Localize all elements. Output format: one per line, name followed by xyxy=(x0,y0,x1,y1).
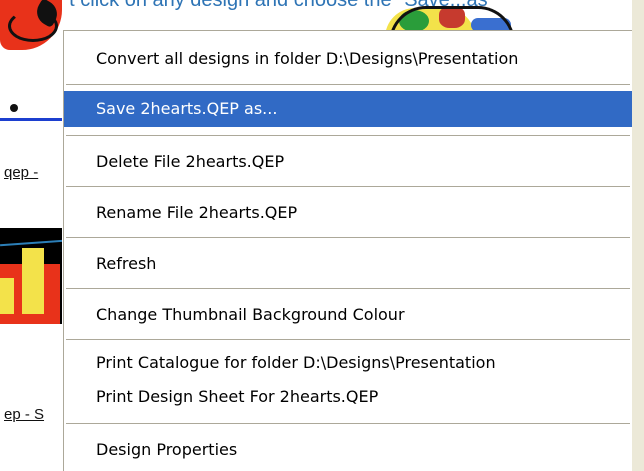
menu-item-delete-file[interactable]: Delete File 2hearts.QEP xyxy=(64,144,632,180)
menu-item-label: Design Properties xyxy=(96,440,238,459)
menu-item-convert-all-designs[interactable]: Convert all designs in folder D:\Designs… xyxy=(64,41,632,77)
thumbnail-filename-label[interactable]: qep - xyxy=(4,164,38,181)
menu-separator xyxy=(66,339,630,341)
selection-underline xyxy=(0,118,62,121)
thumbnail-shape xyxy=(0,278,14,314)
menu-item-print-design-sheet[interactable]: Print Design Sheet For 2hearts.QEP xyxy=(64,379,632,415)
thumbnail-shape xyxy=(0,239,62,247)
menu-item-label: Print Catalogue for folder D:\Designs\Pr… xyxy=(96,353,496,372)
menu-item-label: Print Design Sheet For 2hearts.QEP xyxy=(96,387,379,406)
menu-item-refresh[interactable]: Refresh xyxy=(64,246,632,282)
design-thumbnail-1[interactable] xyxy=(0,0,70,74)
menu-item-label: Convert all designs in folder D:\Designs… xyxy=(96,49,519,68)
menu-item-label: Save 2hearts.QEP as... xyxy=(96,99,278,118)
menu-item-label: Refresh xyxy=(96,254,157,273)
menu-separator xyxy=(66,135,630,137)
menu-separator xyxy=(66,423,630,425)
menu-separator xyxy=(66,288,630,290)
menu-separator xyxy=(66,237,630,239)
menu-separator xyxy=(66,186,630,188)
menu-item-print-catalogue[interactable]: Print Catalogue for folder D:\Designs\Pr… xyxy=(64,345,632,381)
menu-item-label: Delete File 2hearts.QEP xyxy=(96,152,285,171)
window-edge xyxy=(632,0,644,471)
menu-item-change-thumbnail-background[interactable]: Change Thumbnail Background Colour xyxy=(64,297,632,333)
menu-item-label: Change Thumbnail Background Colour xyxy=(96,305,405,324)
menu-item-save-as[interactable]: Save 2hearts.QEP as... xyxy=(64,91,632,127)
thumbnail-shape xyxy=(22,248,44,314)
menu-item-label: Rename File 2hearts.QEP xyxy=(96,203,298,222)
thumbnail-fragment xyxy=(10,104,18,112)
thumbnail-filename-label[interactable]: ep - S xyxy=(4,406,44,423)
design-thumbnail-3[interactable] xyxy=(0,228,62,324)
context-menu: Convert all designs in folder D:\Designs… xyxy=(63,30,632,471)
menu-item-design-properties[interactable]: Design Properties xyxy=(64,432,632,468)
menu-item-rename-file[interactable]: Rename File 2hearts.QEP xyxy=(64,195,632,231)
menu-separator xyxy=(66,84,630,86)
